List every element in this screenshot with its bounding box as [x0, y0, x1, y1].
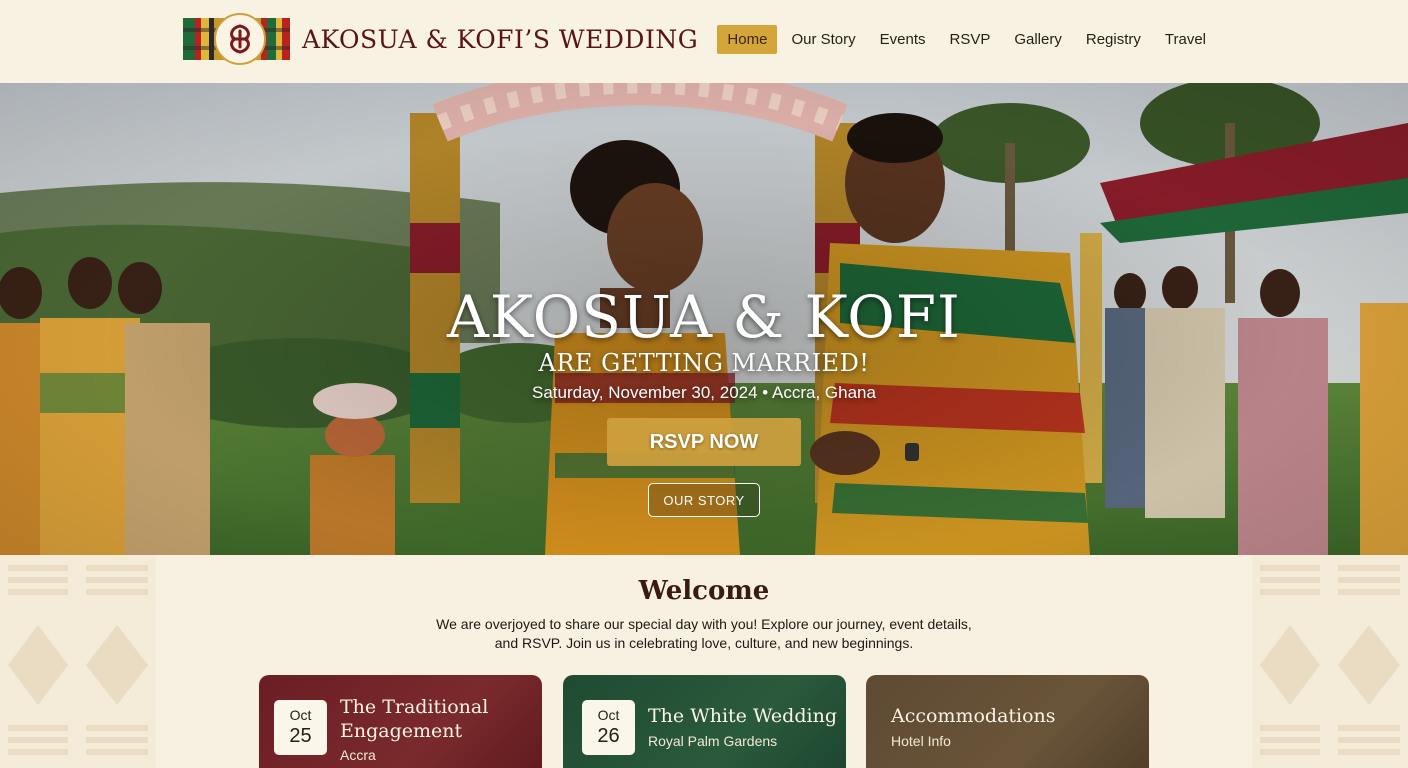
welcome-title: Welcome — [638, 576, 770, 606]
hero-section: AKOSUA & KOFI ARE GETTING MARRIED! Satur… — [0, 83, 1408, 555]
date-day: 26 — [597, 725, 620, 747]
card-title: Accommodations — [891, 705, 1056, 727]
nav-gallery[interactable]: Gallery — [1004, 25, 1072, 54]
hero-subtitle: ARE GETTING MARRIED! — [538, 349, 870, 377]
nav-rsvp[interactable]: RSVP — [939, 25, 1000, 54]
kente-logo — [183, 13, 290, 65]
date-badge: Oct 25 — [274, 700, 327, 755]
site-header: AKOSUA & KOFI’S WEDDING Home Our Story E… — [0, 0, 1408, 83]
card-subtitle: Royal Palm Gardens — [648, 733, 778, 749]
card-title: The White Wedding — [648, 705, 837, 727]
event-card-white-wedding[interactable]: Oct 26 The White Wedding Royal Palm Gard… — [563, 675, 846, 768]
date-month: Oct — [597, 707, 620, 723]
nav-travel[interactable]: Travel — [1155, 25, 1216, 54]
accommodations-card[interactable]: Accommodations Hotel Info — [866, 675, 1149, 768]
hero-names: AKOSUA & KOFI — [447, 283, 961, 351]
card-subtitle: Accra — [340, 747, 376, 763]
date-badge: Oct 26 — [582, 700, 635, 755]
hero-date: Saturday, November 30, 2024 • Accra, Gha… — [532, 383, 876, 402]
card-subtitle: Hotel Info — [891, 733, 951, 749]
nav-events[interactable]: Events — [870, 25, 936, 54]
date-day: 25 — [289, 725, 312, 747]
nav-our-story[interactable]: Our Story — [781, 25, 865, 54]
our-story-button[interactable]: OUR STORY — [648, 483, 760, 517]
main-nav: Home Our Story Events RSVP Gallery Regis… — [717, 25, 1216, 54]
nav-registry[interactable]: Registry — [1076, 25, 1151, 54]
nav-home[interactable]: Home — [717, 25, 778, 54]
card-title: The Traditional Engagement — [340, 696, 489, 742]
site-title: AKOSUA & KOFI’S WEDDING — [302, 24, 699, 54]
date-month: Oct — [289, 707, 312, 723]
brand[interactable]: AKOSUA & KOFI’S WEDDING — [183, 13, 699, 65]
adinkra-emblem-icon — [214, 13, 266, 65]
welcome-text: We are overjoyed to share our special da… — [436, 616, 972, 651]
rsvp-now-button[interactable]: RSVP NOW — [607, 418, 801, 466]
event-card-traditional-engagement[interactable]: Oct 25 The Traditional Engagement Accra — [259, 675, 542, 768]
